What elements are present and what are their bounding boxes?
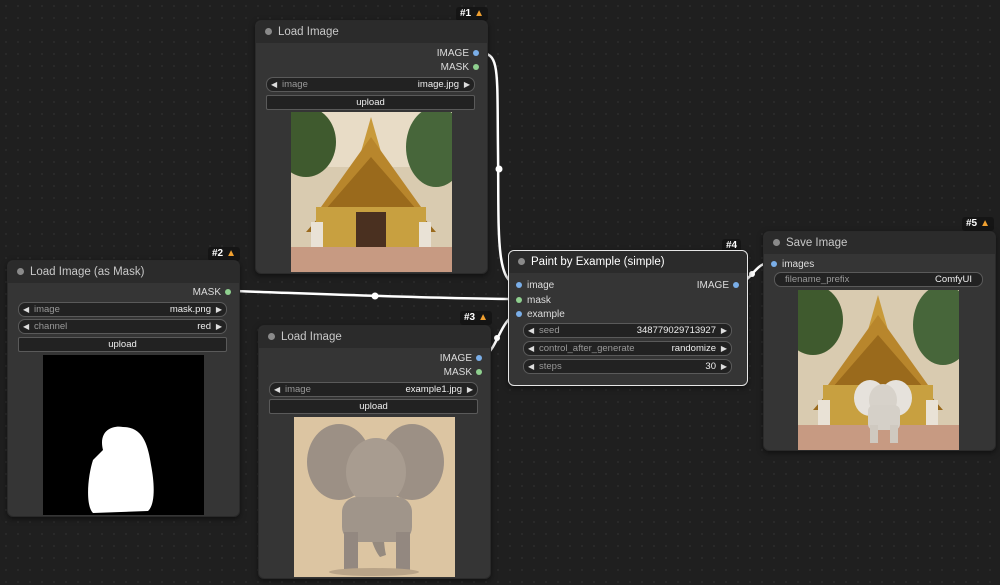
output-slot-image[interactable]: IMAGE	[697, 280, 739, 292]
right-arrow-icon[interactable]: ▶	[467, 383, 473, 396]
output-slot-image[interactable]: IMAGE	[437, 48, 479, 60]
node-load-image-3[interactable]: Load Image IMAGE MASK ◀ image example1.j…	[258, 325, 491, 579]
node-paint-by-example[interactable]: Paint by Example (simple) image mask exa…	[508, 250, 748, 386]
node-id-badge: #3 ▲	[460, 311, 493, 325]
image-pin-icon[interactable]	[473, 50, 479, 56]
steps-widget[interactable]: ◀ steps 30 ▶	[523, 359, 732, 374]
input-slot-image[interactable]: image	[516, 280, 554, 292]
image-combo-widget[interactable]: ◀ image image.jpg ▶	[266, 77, 475, 92]
node-save-image[interactable]: Save Image images filename_prefix ComfyU…	[763, 231, 996, 451]
output-slot-mask[interactable]: MASK	[441, 62, 479, 74]
node-id-badge: #2 ▲	[208, 247, 241, 261]
mask-pin-icon[interactable]	[473, 64, 479, 70]
upload-button[interactable]: upload	[18, 337, 227, 352]
node-title[interactable]: Paint by Example (simple)	[509, 251, 747, 273]
collapse-dot-icon[interactable]	[518, 258, 525, 265]
fox-icon: ▲	[980, 218, 991, 229]
input-slot-images[interactable]: images	[771, 259, 814, 271]
left-arrow-icon[interactable]: ◀	[274, 383, 280, 396]
node-title[interactable]: Load Image	[256, 21, 487, 43]
node-id-badge: #1 ▲	[456, 7, 489, 21]
node-title[interactable]: Save Image	[764, 232, 995, 254]
right-arrow-icon[interactable]: ▶	[721, 342, 727, 355]
node-id-badge: #5 ▲	[962, 217, 995, 231]
image-pin-icon[interactable]	[733, 282, 739, 288]
node-load-image-1[interactable]: Load Image IMAGE MASK ◀ image image.jpg …	[255, 20, 488, 274]
mask-pin-icon[interactable]	[476, 369, 482, 375]
link-midpoint-handle	[749, 271, 755, 277]
output-image-preview	[798, 290, 959, 450]
input-slot-example[interactable]: example	[516, 309, 565, 321]
upload-button[interactable]: upload	[269, 399, 478, 414]
link-midpoint-handle	[495, 165, 503, 173]
right-arrow-icon[interactable]: ▶	[464, 78, 470, 91]
left-arrow-icon[interactable]: ◀	[271, 78, 277, 91]
left-arrow-icon[interactable]: ◀	[528, 342, 534, 355]
node-title[interactable]: Load Image	[259, 326, 490, 348]
image-preview-temple	[291, 112, 452, 272]
right-arrow-icon[interactable]: ▶	[721, 360, 727, 373]
collapse-dot-icon[interactable]	[265, 28, 272, 35]
left-arrow-icon[interactable]: ◀	[23, 320, 29, 333]
image-pin-icon[interactable]	[516, 282, 522, 288]
upload-button[interactable]: upload	[266, 95, 475, 110]
left-arrow-icon[interactable]: ◀	[528, 324, 534, 337]
link-midpoint-handle	[494, 335, 500, 341]
image-pin-icon[interactable]	[771, 261, 777, 267]
collapse-dot-icon[interactable]	[268, 333, 275, 340]
image-pin-icon[interactable]	[516, 311, 522, 317]
right-arrow-icon[interactable]: ▶	[721, 324, 727, 337]
output-slot-image[interactable]: IMAGE	[440, 353, 482, 365]
output-slot-mask[interactable]: MASK	[444, 367, 482, 379]
channel-combo-widget[interactable]: ◀ channel red ▶	[18, 319, 227, 334]
control-after-generate-widget[interactable]: ◀ control_after_generate randomize ▶	[523, 341, 732, 356]
right-arrow-icon[interactable]: ▶	[216, 303, 222, 316]
image-combo-widget[interactable]: ◀ image example1.jpg ▶	[269, 382, 478, 397]
fox-icon: ▲	[478, 312, 489, 323]
image-combo-widget[interactable]: ◀ image mask.png ▶	[18, 302, 227, 317]
seed-widget[interactable]: ◀ seed 348779029713927 ▶	[523, 323, 732, 338]
node-title[interactable]: Load Image (as Mask)	[8, 261, 239, 283]
output-slot-mask[interactable]: MASK	[193, 287, 231, 299]
image-preview-elephant	[294, 417, 455, 577]
mask-pin-icon[interactable]	[225, 289, 231, 295]
left-arrow-icon[interactable]: ◀	[23, 303, 29, 316]
input-slot-mask[interactable]: mask	[516, 295, 551, 307]
link-midpoint-handle	[371, 292, 379, 300]
mask-preview	[43, 355, 204, 515]
fox-icon: ▲	[474, 8, 485, 19]
mask-pin-icon[interactable]	[516, 297, 522, 303]
left-arrow-icon[interactable]: ◀	[528, 360, 534, 373]
image-pin-icon[interactable]	[476, 355, 482, 361]
filename-prefix-widget[interactable]: filename_prefix ComfyUI	[774, 272, 983, 287]
fox-icon: ▲	[226, 248, 237, 259]
collapse-dot-icon[interactable]	[773, 239, 780, 246]
node-load-image-as-mask[interactable]: Load Image (as Mask) MASK ◀ image mask.p…	[7, 260, 240, 517]
collapse-dot-icon[interactable]	[17, 268, 24, 275]
right-arrow-icon[interactable]: ▶	[216, 320, 222, 333]
